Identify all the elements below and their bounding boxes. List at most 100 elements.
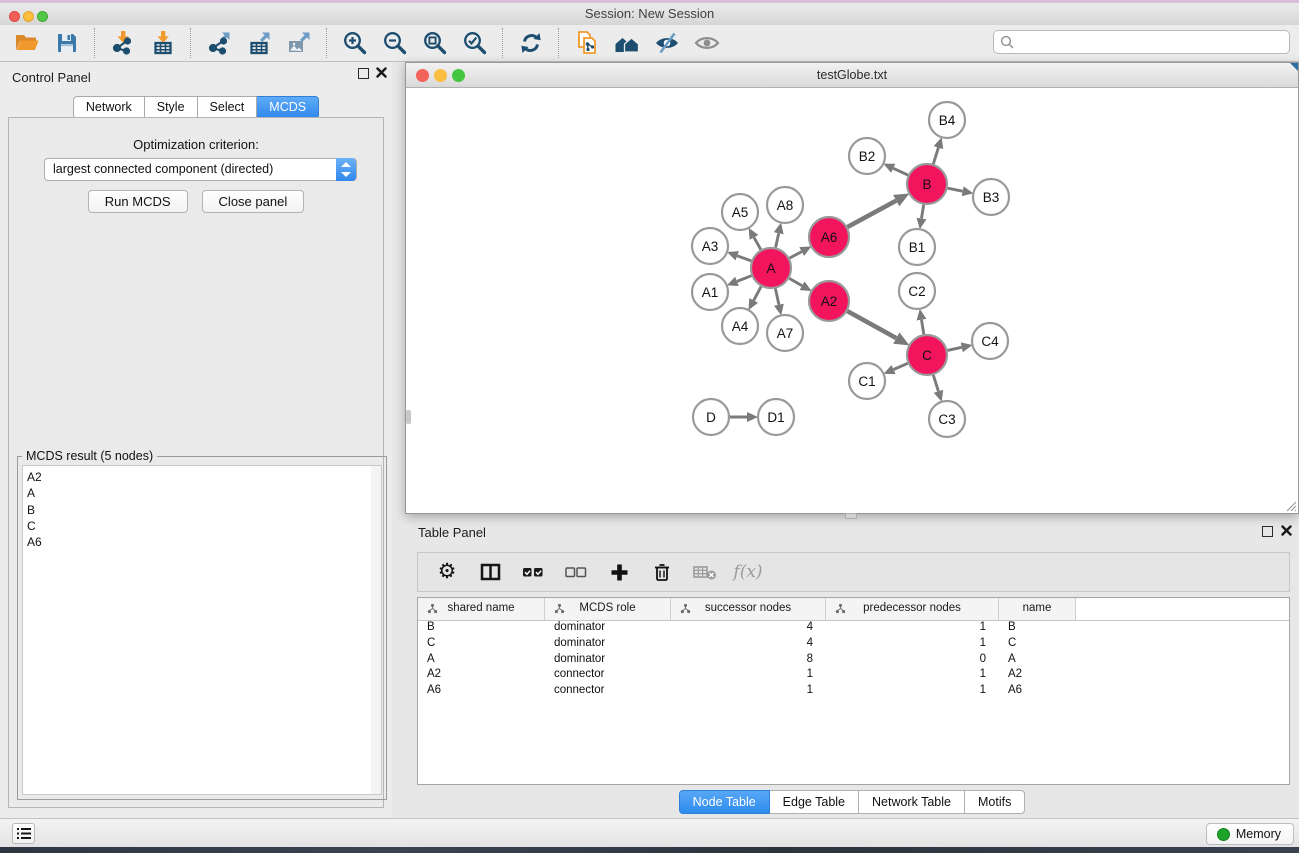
graph-node-A6[interactable]: A6 [809, 217, 849, 257]
graph-node-C2[interactable]: C2 [899, 273, 935, 309]
search-input[interactable] [993, 30, 1290, 54]
graph-edge-C-C3[interactable] [933, 375, 938, 391]
settings-button[interactable]: ⚙ [434, 559, 460, 585]
close-panel-button[interactable]: Close panel [202, 190, 305, 213]
export-table-button[interactable] [243, 27, 275, 59]
hide-selected-button[interactable] [651, 27, 683, 59]
table-row[interactable]: Bdominator41B [418, 621, 1289, 637]
show-all-button[interactable] [691, 27, 723, 59]
open-session-button[interactable] [11, 27, 43, 59]
graph-node-A8[interactable]: A8 [767, 187, 803, 223]
mcds-result-item[interactable]: A [27, 485, 371, 501]
save-session-button[interactable] [51, 27, 83, 59]
table-row[interactable]: Adominator80A [418, 653, 1289, 669]
graph-edge-A-A1[interactable] [737, 276, 752, 282]
function-button[interactable]: f(x) [735, 559, 761, 585]
window-resize-grip[interactable] [1285, 500, 1297, 512]
graph-node-B1[interactable]: B1 [899, 229, 935, 265]
mcds-result-item[interactable]: A6 [27, 534, 371, 550]
mcds-result-item[interactable]: C [27, 518, 371, 534]
mcds-result-list[interactable]: A2ABCA6 [22, 465, 372, 795]
zoom-in-button[interactable] [339, 27, 371, 59]
float-panel-icon[interactable] [358, 68, 369, 79]
graph-edge-A-A2[interactable] [789, 278, 802, 285]
mcds-result-item[interactable]: A2 [27, 469, 371, 485]
home-button[interactable] [611, 27, 643, 59]
memory-button[interactable]: Memory [1206, 823, 1294, 845]
graph-node-A1[interactable]: A1 [692, 274, 728, 310]
clone-network-button[interactable] [571, 27, 603, 59]
mcds-result-scrollbar[interactable] [371, 465, 382, 795]
export-image-button[interactable] [283, 27, 315, 59]
tab-edge-table[interactable]: Edge Table [770, 790, 859, 814]
run-mcds-button[interactable]: Run MCDS [88, 190, 188, 213]
export-network-button[interactable] [203, 27, 235, 59]
select-all-button[interactable] [520, 559, 546, 585]
columns-button[interactable] [477, 559, 503, 585]
network-vertical-scroll-nub[interactable] [406, 410, 411, 424]
graph-node-B2[interactable]: B2 [849, 138, 885, 174]
graph-edge-C-C4[interactable] [948, 347, 962, 350]
table-row[interactable]: A2connector11A2 [418, 668, 1289, 684]
tab-mcds[interactable]: MCDS [257, 96, 319, 119]
graph-edge-B-B2[interactable] [893, 168, 908, 175]
import-table-button[interactable] [147, 27, 179, 59]
graph-edge-A6-B[interactable] [848, 201, 897, 227]
close-panel-icon[interactable] [376, 67, 387, 78]
graph-node-C1[interactable]: C1 [849, 363, 885, 399]
refresh-button[interactable] [515, 27, 547, 59]
graph-edge-C-C1[interactable] [894, 363, 908, 369]
zoom-out-button[interactable] [379, 27, 411, 59]
graph-edge-A-A7[interactable] [775, 289, 779, 305]
graph-edge-A-A6[interactable] [790, 252, 802, 259]
graph-node-B4[interactable]: B4 [929, 102, 965, 138]
zoom-selected-button[interactable] [459, 27, 491, 59]
graph-node-D[interactable]: D [693, 399, 729, 435]
import-network-button[interactable] [107, 27, 139, 59]
table-row[interactable]: A6connector11A6 [418, 684, 1289, 700]
graph-node-C[interactable]: C [907, 335, 947, 375]
network-window-titlebar[interactable]: testGlobe.txt [406, 63, 1298, 88]
delete-table-button[interactable] [692, 559, 718, 585]
add-button[interactable] [606, 559, 632, 585]
table-close-panel-icon[interactable] [1281, 525, 1292, 536]
deselect-all-button[interactable] [563, 559, 589, 585]
graph-node-A4[interactable]: A4 [722, 308, 758, 344]
column-header-MCDS-role[interactable]: MCDS role [545, 598, 671, 620]
graph-node-A[interactable]: A [751, 248, 791, 288]
graph-node-A7[interactable]: A7 [767, 315, 803, 351]
column-header-shared-name[interactable]: shared name [418, 598, 545, 620]
table-float-panel-icon[interactable] [1262, 526, 1273, 537]
graph-node-C4[interactable]: C4 [972, 323, 1008, 359]
graph-node-B3[interactable]: B3 [973, 179, 1009, 215]
tab-node-table[interactable]: Node Table [679, 790, 770, 814]
tab-select[interactable]: Select [198, 96, 258, 119]
table-row[interactable]: Cdominator41C [418, 637, 1289, 653]
graph-node-A2[interactable]: A2 [809, 281, 849, 321]
tab-style[interactable]: Style [145, 96, 198, 119]
graph-edge-A-A8[interactable] [776, 233, 779, 247]
graph-edge-A-A5[interactable] [754, 237, 761, 249]
task-history-button[interactable] [12, 823, 35, 844]
column-header-successor-nodes[interactable]: successor nodes [671, 598, 826, 620]
graph-node-A3[interactable]: A3 [692, 228, 728, 264]
mcds-result-item[interactable]: B [27, 502, 371, 518]
graph-edge-C-C2[interactable] [922, 320, 924, 335]
graph-node-B[interactable]: B [907, 164, 947, 204]
zoom-fit-button[interactable] [419, 27, 451, 59]
tab-network[interactable]: Network [73, 96, 145, 119]
graph-node-D1[interactable]: D1 [758, 399, 794, 435]
criterion-dropdown[interactable]: largest connected component (directed) [44, 158, 357, 181]
tab-network-table[interactable]: Network Table [859, 790, 965, 814]
tab-motifs[interactable]: Motifs [965, 790, 1025, 814]
graph-node-C3[interactable]: C3 [929, 401, 965, 437]
graph-edge-B-B3[interactable] [948, 188, 963, 191]
network-canvas[interactable]: B4 B2 B B3 A8A5 A6 B1 A3 A A1 C2 A2 A4A7 C4 C C1 C3 D D1 [406, 88, 1298, 513]
graph-edge-B-B1[interactable] [922, 205, 924, 219]
delete-button[interactable] [649, 559, 675, 585]
graph-node-A5[interactable]: A5 [722, 194, 758, 230]
graph-edge-B-B4[interactable] [933, 148, 938, 164]
column-header-predecessor-nodes[interactable]: predecessor nodes [826, 598, 999, 620]
graph-edge-A-A3[interactable] [737, 256, 751, 261]
column-header-name[interactable]: name [999, 598, 1076, 620]
